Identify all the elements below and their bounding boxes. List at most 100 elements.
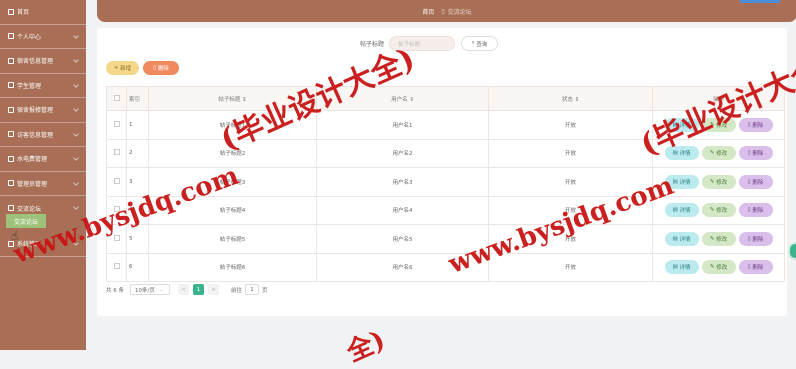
sidebar-item-label: 管理员管理	[17, 180, 48, 188]
delete-button[interactable]: ▯ 删除	[738, 146, 773, 161]
edit-button[interactable]: ✎ 修改	[701, 174, 736, 189]
page-unit-label: 页	[262, 287, 268, 294]
select-all-checkbox[interactable]	[113, 94, 120, 101]
delete-button-label: 删除	[752, 151, 764, 158]
delete-button-label: 删除	[157, 66, 169, 72]
detail-button[interactable]: ▤ 详情	[664, 260, 699, 275]
floating-action-button[interactable]	[788, 242, 796, 260]
sidebar-item-label: 宿舍报修管理	[17, 107, 54, 115]
chevron-down-icon	[73, 81, 79, 88]
detail-icon: ▤	[672, 264, 680, 271]
delete-button[interactable]: ▯ 删除	[738, 231, 773, 246]
watermark-text: 全)	[342, 325, 390, 369]
breadcrumb: 首页 ▯ 交流论坛	[97, 0, 796, 22]
sidebar-item-repair[interactable]: 宿舍报修管理	[0, 98, 86, 123]
delete-button[interactable]: ▯ 删除	[738, 203, 773, 218]
home-icon	[8, 8, 14, 15]
sort-icon: ⇕	[407, 96, 414, 103]
detail-icon: ▤	[672, 235, 680, 242]
delete-button-label: 删除	[752, 265, 764, 272]
header-status[interactable]: 状态 ⇕	[488, 86, 653, 111]
goto-input[interactable]: 1	[245, 284, 260, 295]
delete-button[interactable]: ▯ 删除	[738, 174, 773, 189]
table-row: 5 帖子标题5 用户名5 开放 ▤ 详情 ✎ 修改 ▯ 删除	[106, 224, 785, 254]
sidebar: 首页 个人中心 宿舍信息管理 学生管理 宿舍报修管理 访客信息管理 水电费管理 …	[0, 0, 86, 350]
sidebar-subitem-forum[interactable]: 交流论坛	[6, 214, 46, 228]
sidebar-item-dorm[interactable]: 宿舍信息管理	[0, 49, 86, 74]
edit-button-label: 修改	[716, 236, 728, 243]
utility-icon	[8, 155, 14, 162]
sidebar-item-label: 首页	[17, 9, 30, 17]
next-page-button[interactable]: >	[208, 284, 219, 295]
sort-icon: ⇕	[572, 96, 580, 103]
row-select-cell[interactable]	[106, 167, 127, 197]
edit-button[interactable]: ✎ 修改	[701, 146, 736, 161]
sidebar-item-label: 水电费管理	[17, 156, 48, 164]
delete-button-label: 删除	[752, 208, 764, 215]
sidebar-item-label: 学生管理	[17, 82, 42, 90]
detail-icon: ▤	[672, 207, 680, 214]
user-icon	[8, 33, 14, 40]
prev-page-button[interactable]: <	[178, 284, 189, 295]
chevron-down-icon	[73, 106, 79, 112]
detail-button[interactable]: ▤ 详情	[664, 231, 699, 246]
pagination-total: 共 6 条	[106, 287, 124, 294]
row-index: 1	[126, 110, 149, 140]
row-select-cell[interactable]	[106, 138, 127, 168]
sidebar-item-visitors[interactable]: 访客信息管理	[0, 123, 86, 147]
goto-label: 前往	[231, 287, 243, 294]
sidebar-item-utilities[interactable]: 水电费管理	[0, 147, 86, 172]
row-username: 用户名1	[316, 110, 489, 140]
row-select-cell[interactable]	[106, 252, 127, 282]
sidebar-item-label: 访客信息管理	[17, 131, 54, 139]
chevron-down-icon	[73, 57, 79, 63]
row-checkbox[interactable]	[113, 263, 120, 270]
admin-icon	[8, 180, 14, 187]
sidebar-item-home[interactable]: 首页	[0, 0, 86, 25]
breadcrumb-home[interactable]: 首页	[422, 7, 434, 16]
sidebar-item-students[interactable]: 学生管理	[0, 74, 86, 98]
delete-button-label: 删除	[752, 122, 764, 129]
breadcrumb-current: 交流论坛	[447, 8, 472, 16]
detail-button-label: 详情	[679, 179, 691, 186]
page-number-1[interactable]: 1	[193, 284, 204, 295]
batch-delete-button[interactable]: ▯ 删除	[143, 61, 179, 75]
sidebar-item-admins[interactable]: 管理员管理	[0, 172, 86, 196]
row-checkbox[interactable]	[113, 120, 120, 127]
edit-button[interactable]: ✎ 修改	[701, 203, 736, 218]
detail-button[interactable]: ▤ 详情	[664, 203, 699, 218]
breadcrumb-separator-icon: ▯	[441, 7, 445, 15]
sort-icon: ⇕	[240, 96, 247, 103]
action-row: + 新增 ▯ 删除	[106, 61, 179, 75]
edit-button-label: 修改	[716, 179, 728, 186]
delete-button[interactable]: ▯ 删除	[738, 260, 773, 275]
row-index: 6	[126, 252, 149, 282]
edit-button[interactable]: ✎ 修改	[701, 260, 736, 275]
row-checkbox[interactable]	[113, 149, 120, 156]
top-right-button[interactable]	[740, 0, 780, 3]
row-status: 开放	[488, 110, 653, 140]
sidebar-item-label: 宿舍信息管理	[17, 58, 54, 66]
row-checkbox[interactable]	[113, 177, 120, 184]
student-icon	[8, 82, 14, 89]
add-button[interactable]: + 新增	[106, 61, 139, 75]
sidebar-item-label: 交流论坛	[17, 205, 42, 213]
page-size-select[interactable]: 10条/页 ⌄	[130, 284, 170, 295]
row-username: 用户名2	[316, 138, 489, 168]
chevron-down-icon	[73, 204, 79, 210]
chevron-down-icon	[73, 155, 79, 161]
select-all-cell[interactable]	[106, 86, 127, 111]
delete-button-label: 删除	[752, 236, 764, 243]
row-select-cell[interactable]	[106, 110, 127, 140]
row-username: 用户名3	[316, 167, 489, 197]
sidebar-item-profile[interactable]: 个人中心	[0, 25, 86, 49]
detail-button-label: 详情	[679, 151, 691, 158]
edit-button[interactable]: ✎ 修改	[701, 231, 736, 246]
dorm-icon	[8, 57, 14, 64]
edit-button-label: 修改	[716, 208, 728, 215]
visitor-icon	[8, 131, 14, 138]
row-ops: ▤ 详情 ✎ 修改 ▯ 删除	[652, 252, 785, 282]
row-ops: ▤ 详情 ✎ 修改 ▯ 删除	[652, 224, 785, 254]
search-button[interactable]: ⌕ 查询	[461, 36, 499, 51]
delete-button-label: 删除	[752, 179, 764, 186]
